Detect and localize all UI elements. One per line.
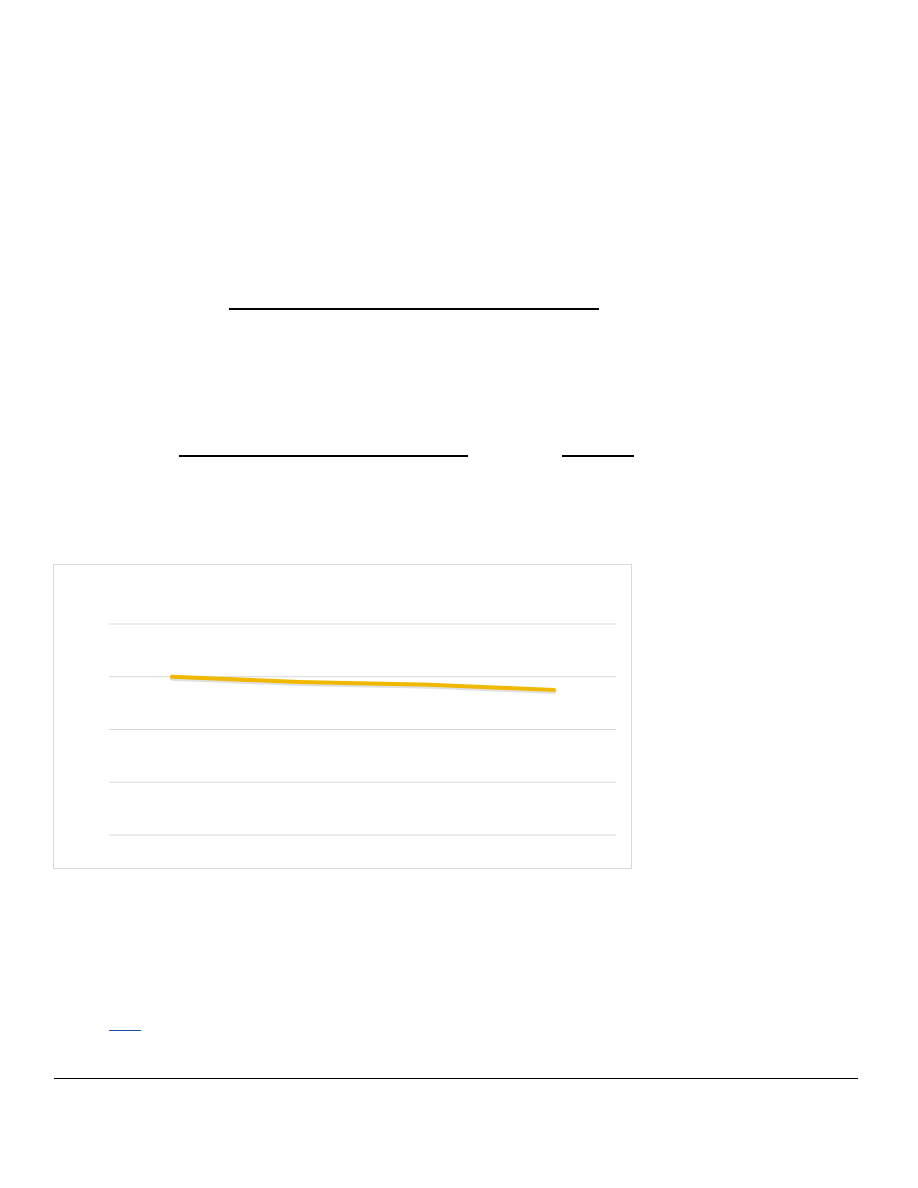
blank-line-top [229, 308, 599, 310]
footnote-link[interactable] [109, 1030, 141, 1031]
blank-line-short [562, 455, 634, 457]
footer-divider [54, 1078, 858, 1079]
line-chart-svg [109, 623, 616, 836]
blank-line-name [179, 455, 468, 457]
line-chart [53, 564, 632, 869]
series-line-0 [170, 674, 556, 692]
